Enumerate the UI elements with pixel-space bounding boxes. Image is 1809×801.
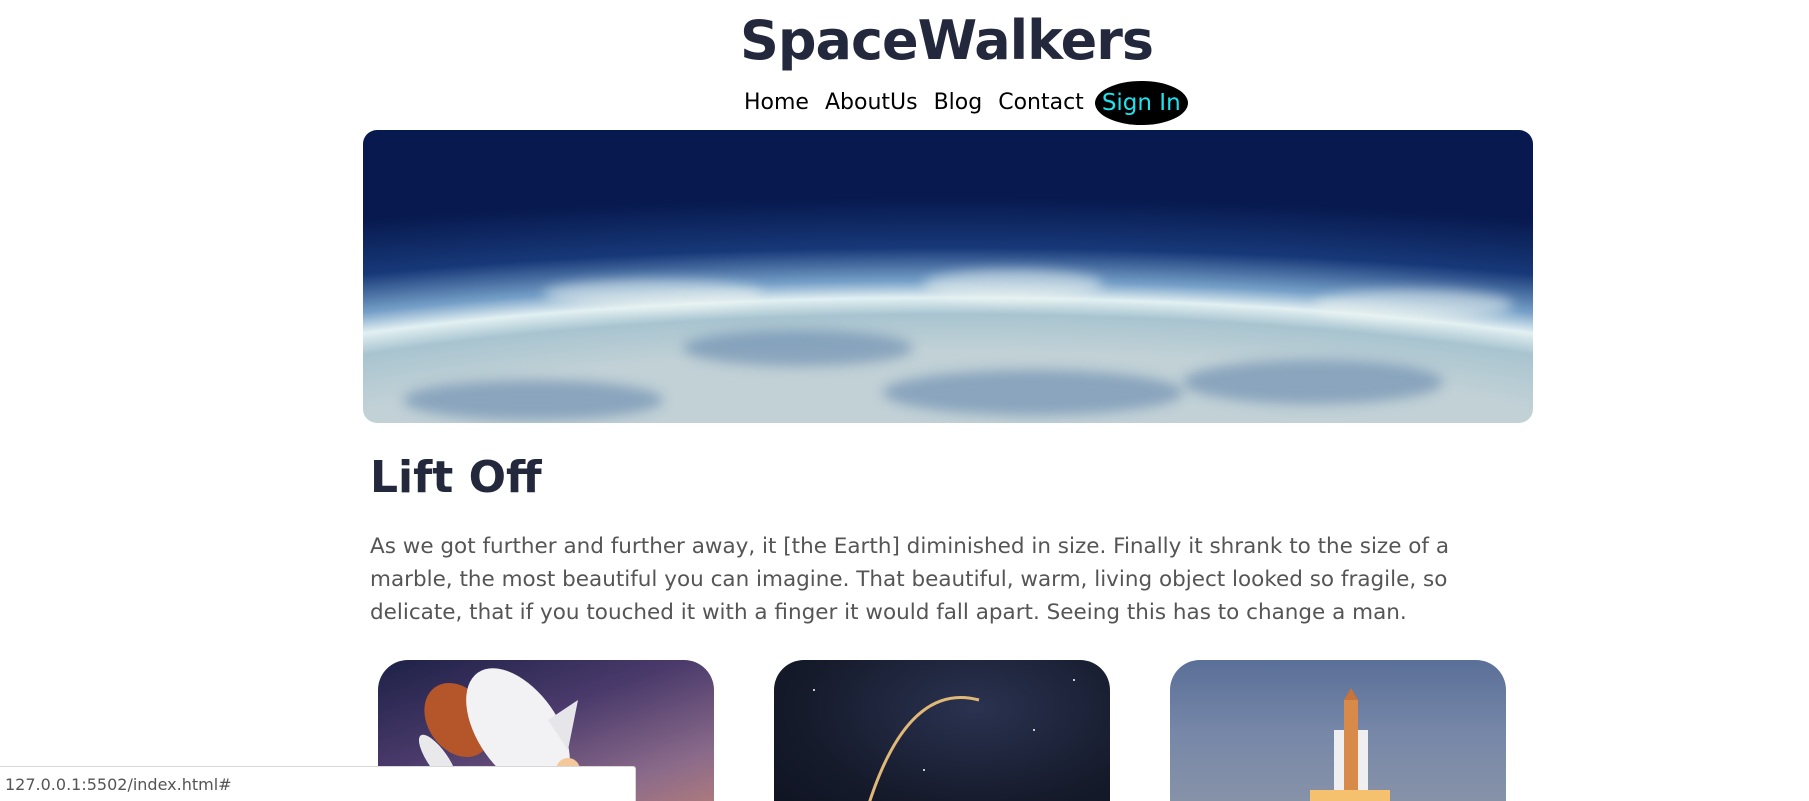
hero-cloud xyxy=(403,380,663,420)
nav-blog-link[interactable]: Blog xyxy=(926,81,991,125)
hero-cloud xyxy=(1183,360,1443,404)
hero-cloud xyxy=(923,270,1103,300)
nav-contact-link[interactable]: Contact xyxy=(990,81,1092,125)
card-trajectory-image xyxy=(774,660,1110,801)
trajectory-illustration xyxy=(813,679,1075,801)
launchpad-illustration xyxy=(1310,688,1390,801)
hero-earth-image xyxy=(363,130,1533,423)
sign-in-button[interactable]: Sign In xyxy=(1094,81,1188,125)
hero-cloud xyxy=(883,370,1183,415)
site-title: SpaceWalkers xyxy=(739,9,1154,72)
nav-home-link[interactable]: Home xyxy=(736,81,817,125)
hero-cloud xyxy=(683,330,913,366)
hero-cloud xyxy=(543,280,763,308)
section-heading: Lift Off xyxy=(370,452,542,503)
hero-cloud xyxy=(1313,290,1513,320)
section-paragraph: As we got further and further away, it [… xyxy=(370,534,1449,625)
nav-aboutus-link[interactable]: AboutUs xyxy=(817,81,926,125)
browser-status-bar-url: 127.0.0.1:5502/index.html# xyxy=(0,766,636,801)
main-nav: Home AboutUs Blog Contact Sign In xyxy=(736,81,1188,125)
card-launchpad-image xyxy=(1170,660,1506,801)
